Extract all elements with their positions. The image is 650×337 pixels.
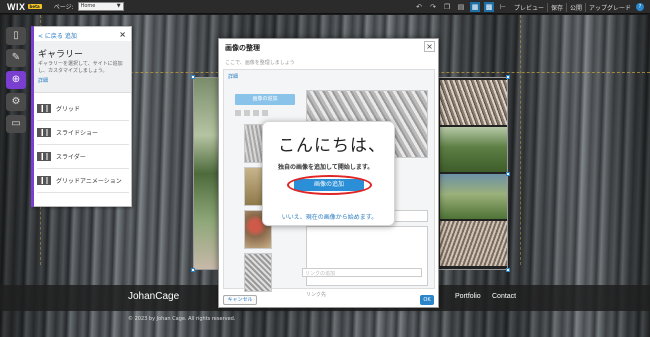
panel-accent-bar [31, 26, 34, 207]
gallery-tile [440, 80, 507, 125]
back-link[interactable]: < に戻る 追加 [38, 31, 77, 40]
grid-gallery-icon [37, 104, 51, 113]
gallery-tile [440, 221, 507, 266]
close-icon[interactable]: × [424, 41, 435, 52]
publish-button[interactable]: 公開 [570, 3, 582, 12]
option-label: グリッドアニメーション [56, 178, 122, 185]
panel-description: ギャラリーを選択して、サイトに追加し、カスタマイズしましょう。 [38, 61, 123, 74]
duplicate-icon[interactable] [253, 110, 259, 116]
wix-logo: WIX [7, 1, 26, 12]
page-icon[interactable]: ▯ [6, 27, 26, 45]
page-select[interactable]: Home ▼ [77, 2, 124, 11]
gallery-option-grid-animation[interactable]: グリッドアニメーション [37, 169, 129, 193]
close-icon[interactable]: × [119, 30, 126, 39]
nav-link-portfolio[interactable]: Portfolio [455, 293, 481, 300]
move-icon[interactable] [235, 110, 241, 116]
resize-handle[interactable] [506, 75, 510, 79]
gallery-option-grid[interactable]: グリッド [37, 97, 129, 121]
more-link[interactable]: 詳細 [38, 77, 48, 84]
welcome-title: こんにちは、 [278, 136, 386, 156]
divider [584, 2, 586, 12]
resize-handle[interactable] [191, 75, 195, 79]
ruler-icon[interactable]: ⊢ [498, 2, 508, 12]
slideshow-gallery-icon [37, 128, 51, 137]
link-field[interactable]: リンクの追加 [302, 268, 422, 277]
option-label: スライドショー [56, 130, 99, 137]
preview-button[interactable]: プレビュー [514, 3, 544, 12]
delete-icon[interactable] [262, 110, 268, 116]
add-gallery-panel: < に戻る 追加 × ギャラリー ギャラリーを選択して、サイトに追加し、カスタマ… [31, 26, 132, 207]
copy-icon[interactable]: ❐ [442, 2, 452, 12]
panel-title: ギャラリー [38, 50, 84, 60]
option-label: スライダー [56, 154, 86, 161]
panel-header: ギャラリー ギャラリーを選択して、サイトに追加し、カスタマイズしましょう。 詳細 [32, 41, 131, 93]
copyright-text: © 2023 by Johan Cage. All rights reserve… [128, 316, 236, 322]
gallery-tile [440, 127, 507, 172]
cancel-button[interactable]: キャンセル [223, 295, 257, 305]
site-name[interactable]: JohanCage [128, 291, 179, 302]
redo-icon[interactable]: ↷ [428, 2, 438, 12]
thumbnail-tools [235, 110, 300, 118]
add-images-button[interactable]: 画像の追加 [235, 94, 295, 105]
beta-badge: beta [27, 4, 42, 9]
slider-gallery-icon [37, 152, 51, 161]
dialog-subtitle: ここで、画像を整理しましょう [225, 60, 295, 66]
page-select-value: Home [80, 3, 96, 9]
toolbar-icons: ↶ ↷ ❐ ▤ ▦ ▩ ⊢ [414, 2, 508, 12]
ok-button[interactable]: OK [420, 295, 434, 305]
welcome-popup: こんにちは、 独自の画像を追加して開始します。 画像の追加 いいえ、現在の画像か… [262, 121, 395, 226]
editor-topbar: WIX beta ページ: Home ▼ ↶ ↷ ❐ ▤ ▦ ▩ ⊢ プレビュー… [0, 0, 650, 14]
use-current-images-link[interactable]: いいえ、現在の画像から始めます。 [263, 212, 396, 221]
link-label: リンク先 [306, 292, 327, 298]
resize-handle[interactable] [191, 268, 195, 272]
undo-icon[interactable]: ↶ [414, 2, 424, 12]
option-label: グリッド [56, 106, 81, 113]
link-placeholder: リンクの追加 [305, 271, 336, 277]
highlight-circle [287, 175, 372, 195]
page-label: ページ: [53, 4, 74, 11]
topbar-actions: プレビュー 保存 公開 アップグレード ? [514, 0, 644, 14]
resize-handle[interactable] [506, 268, 510, 272]
grid-animation-gallery-icon [37, 176, 51, 185]
app-market-icon[interactable]: ▭ [6, 115, 26, 133]
dialog-title: 画像の整理 [225, 44, 260, 52]
settings-icon[interactable]: ⚙ [6, 93, 26, 111]
edit-icon[interactable] [244, 110, 250, 116]
divider [546, 2, 548, 12]
paste-icon[interactable]: ▤ [456, 2, 466, 12]
add-icon[interactable]: ⊕ [6, 71, 26, 89]
grid-toggle-icon[interactable]: ▦ [470, 2, 480, 12]
gallery-tile [440, 174, 507, 219]
dialog-hint-link[interactable]: 詳細 [228, 73, 238, 80]
gallery-option-slider[interactable]: スライダー [37, 145, 129, 169]
help-icon[interactable]: ? [636, 3, 644, 11]
resize-handle[interactable] [506, 172, 510, 176]
gallery-option-slideshow[interactable]: スライドショー [37, 121, 129, 145]
snap-toggle-icon[interactable]: ▩ [484, 2, 494, 12]
description-field[interactable] [306, 226, 428, 286]
upgrade-button[interactable]: アップグレード [589, 3, 631, 12]
design-icon[interactable]: ✎ [6, 49, 26, 67]
gallery-image-right[interactable] [437, 77, 508, 270]
divider [565, 2, 567, 12]
left-toolbar: ▯ ✎ ⊕ ⚙ ▭ [6, 27, 28, 133]
image-thumbnail[interactable] [244, 253, 272, 292]
gallery-image-left[interactable] [193, 77, 221, 270]
save-button[interactable]: 保存 [551, 3, 563, 12]
welcome-subtitle: 独自の画像を追加して開始します。 [278, 164, 374, 171]
chevron-down-icon: ▼ [116, 3, 121, 9]
nav-link-contact[interactable]: Contact [492, 293, 516, 300]
guide-line [520, 15, 521, 265]
